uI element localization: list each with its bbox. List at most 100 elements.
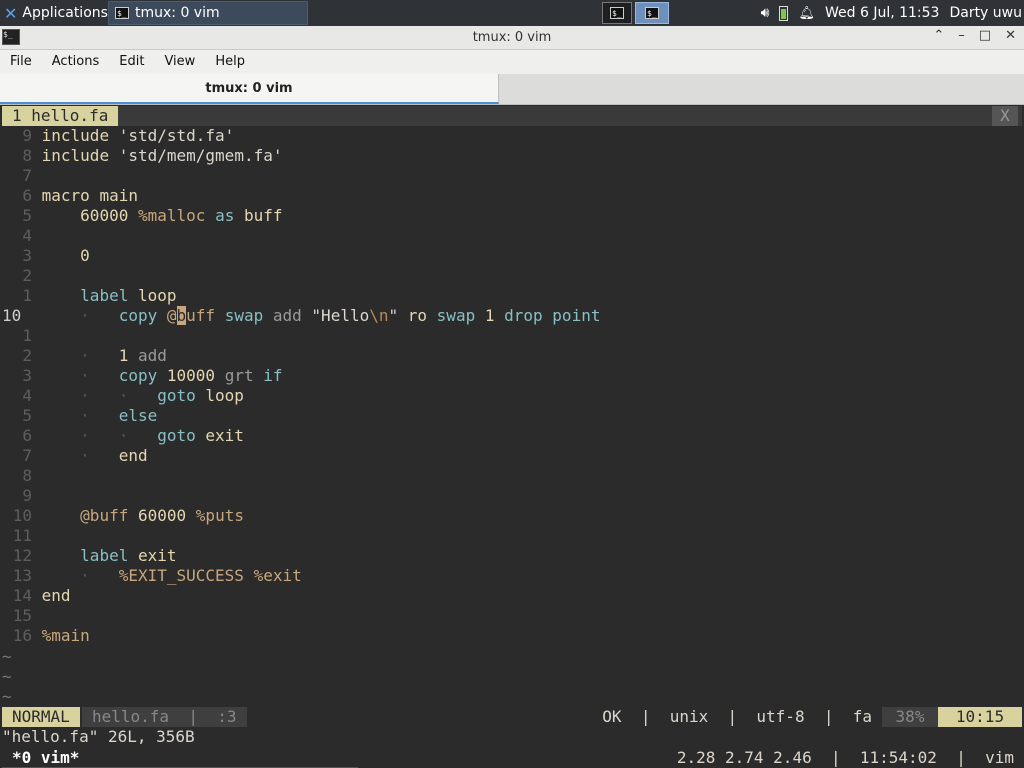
line-number: 2 (22, 266, 32, 285)
code-line[interactable]: 9 (2, 486, 42, 506)
code-line[interactable]: 6 macro main (2, 186, 138, 206)
line-number: 2 (22, 346, 32, 365)
line-text: · end (80, 446, 148, 465)
code-line[interactable]: 2 · 1 add (2, 346, 167, 366)
code-line[interactable]: 6 · · goto exit (2, 426, 244, 446)
tilde-line: ~ (2, 667, 12, 686)
code-line[interactable]: 9 include 'std/std.fa' (2, 126, 234, 146)
line-text: @buff 60000 %puts (80, 506, 244, 525)
tmux-window-label[interactable]: *0 vim* (2, 747, 358, 768)
line-number: 1 (22, 326, 32, 345)
line-number: 10 (12, 506, 32, 525)
taskbar-item-label: tmux: 0 vim (135, 5, 220, 21)
code-line[interactable]: 8 include 'std/mem/gmem.fa' (2, 146, 282, 166)
line-text (32, 266, 42, 285)
applications-label: Applications (22, 5, 108, 21)
line-number: 14 (12, 586, 32, 605)
code-line[interactable]: 14 end (2, 586, 71, 606)
xfce-logo-icon: ✕ (4, 3, 18, 23)
line-number: 3 (22, 366, 32, 385)
menu-edit[interactable]: Edit (109, 50, 154, 74)
vim-close-tab-button[interactable]: X (992, 106, 1018, 126)
window-controls: ⌃ – □ ✕ (933, 28, 1016, 43)
menu-view[interactable]: View (154, 50, 205, 74)
line-number: 8 (22, 146, 32, 165)
status-percent: 38% (882, 707, 938, 727)
line-number: 1 (22, 286, 32, 305)
line-text (32, 466, 42, 485)
line-number: 16 (12, 626, 32, 645)
code-line[interactable]: 2 (2, 266, 42, 286)
code-line[interactable]: 3 · copy 10000 grt if (2, 366, 283, 386)
code-line[interactable]: 16 %main (2, 626, 90, 646)
code-line[interactable]: 5 60000 %malloc as buff (2, 206, 283, 226)
workspace-2-button[interactable]: $_ (635, 2, 669, 24)
terminal-icon: $_ (610, 7, 624, 19)
code-line[interactable]: 10 · copy @buff swap add "Hello\n" ro sw… (2, 306, 600, 326)
restore-icon[interactable]: □ (979, 28, 991, 43)
code-line[interactable]: 4 · · goto loop (2, 386, 244, 406)
tilde-line: ~ (2, 687, 12, 706)
status-file-format: OK | unix | utf-8 | fa (602, 707, 872, 726)
vim-buffer-tab[interactable]: 1 hello.fa (2, 106, 119, 126)
terminal-view[interactable]: 1 hello.fa X 9 include 'std/std.fa' 8 inc… (2, 106, 1022, 768)
window-titlebar[interactable]: $_ tmux: 0 vim ⌃ – □ ✕ (0, 26, 1024, 50)
line-number: 10 (2, 306, 22, 325)
line-text: · copy 10000 grt if (80, 366, 283, 385)
battery-icon[interactable] (779, 5, 789, 21)
clock[interactable]: Wed 6 Jul, 11:53 (825, 5, 939, 21)
code-line[interactable]: 1 label loop (2, 286, 176, 306)
line-text: end (41, 586, 71, 605)
code-line[interactable]: 5 · else (2, 406, 157, 426)
line-number: 4 (22, 386, 32, 405)
code-line[interactable]: 13 · %EXIT_SUCCESS %exit (2, 566, 302, 586)
notification-bell-icon[interactable]: 🔔︎ (798, 6, 815, 21)
line-text: · %EXIT_SUCCESS %exit (80, 566, 302, 585)
line-number: 12 (12, 546, 32, 565)
tilde-line: ~ (2, 647, 12, 666)
line-text: include 'std/mem/gmem.fa' (41, 146, 283, 165)
code-line[interactable]: 15 (2, 606, 42, 626)
menubar: File Actions Edit View Help (0, 50, 1024, 74)
line-text (32, 606, 42, 625)
line-text: %main (41, 626, 90, 645)
vim-statusline: NORMAL hello.fa | :3 OK | unix | utf-8 |… (2, 707, 1022, 727)
line-text (32, 526, 42, 545)
tab-tmux[interactable]: tmux: 0 vim (0, 74, 499, 104)
code-line[interactable]: 3 0 (2, 246, 89, 266)
vim-message-line: "hello.fa" 26L, 356B (2, 727, 195, 746)
line-text: include 'std/std.fa' (41, 126, 235, 145)
terminal-icon: $_ (645, 7, 659, 19)
code-line[interactable]: 7 · end (2, 446, 148, 466)
line-number: 5 (22, 406, 32, 425)
code-line[interactable]: 11 (2, 526, 42, 546)
maximize-up-icon[interactable]: ⌃ (933, 28, 944, 43)
user-menu[interactable]: Darty uwu (949, 5, 1022, 21)
code-line[interactable]: 4 (2, 226, 42, 246)
volume-icon[interactable]: 🔊︎ (761, 5, 770, 21)
line-text (32, 486, 42, 505)
line-text: 60000 %malloc as buff (80, 206, 283, 225)
workspace-1-button[interactable]: $_ (602, 2, 632, 24)
menu-file[interactable]: File (0, 50, 42, 74)
code-line[interactable]: 12 label exit (2, 546, 177, 566)
taskbar-item-terminal[interactable]: $_ tmux: 0 vim (108, 1, 308, 25)
line-number: 9 (22, 126, 32, 145)
line-number: 6 (22, 186, 32, 205)
status-file-info: hello.fa | :3 (82, 707, 247, 727)
code-line[interactable]: 7 (2, 166, 42, 186)
line-number: 9 (22, 486, 32, 505)
tmux-statusbar: *0 vim* 2.28 2.74 2.46 | 11:54:02 | vim (2, 747, 1022, 768)
code-line[interactable]: 8 (2, 466, 42, 486)
code-line[interactable]: 10 @buff 60000 %puts (2, 506, 244, 526)
line-number: 4 (22, 226, 32, 245)
applications-menu[interactable]: ✕ Applications (0, 0, 108, 26)
close-icon[interactable]: ✕ (1005, 28, 1016, 43)
menu-actions[interactable]: Actions (42, 50, 110, 74)
code-line[interactable]: 1 (2, 326, 42, 346)
line-number: 11 (12, 526, 32, 545)
line-number: 3 (22, 246, 32, 265)
line-text (32, 166, 42, 185)
minimize-icon[interactable]: – (958, 28, 965, 43)
menu-help[interactable]: Help (205, 50, 255, 74)
